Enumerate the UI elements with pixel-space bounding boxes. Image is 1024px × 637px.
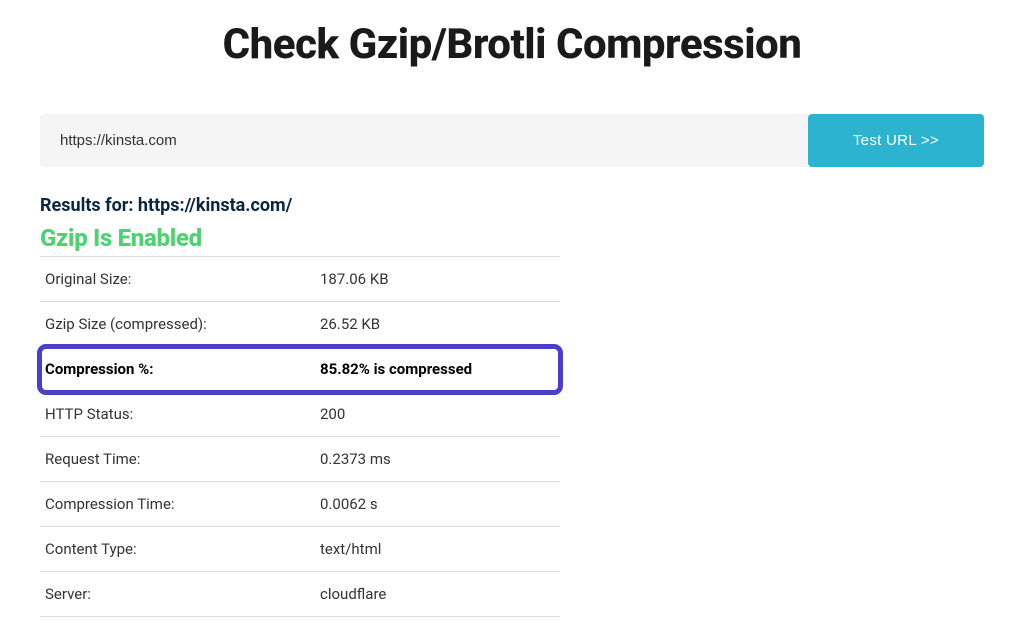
result-value: 85.82% is compressed bbox=[315, 347, 560, 392]
table-row: Compression %:85.82% is compressed bbox=[40, 347, 560, 392]
result-value: 0.2373 ms bbox=[315, 437, 560, 482]
result-label: Gzip Size (compressed): bbox=[40, 302, 315, 347]
result-label: Compression Time: bbox=[40, 482, 315, 527]
result-value: 26.52 KB bbox=[315, 302, 560, 347]
table-row: Request Time:0.2373 ms bbox=[40, 437, 560, 482]
table-row: Gzip Size (compressed):26.52 KB bbox=[40, 302, 560, 347]
result-label: HTTP Status: bbox=[40, 392, 315, 437]
result-label: Request Time: bbox=[40, 437, 315, 482]
results-table: Original Size:187.06 KBGzip Size (compre… bbox=[40, 256, 560, 617]
result-value: 187.06 KB bbox=[315, 257, 560, 302]
results-for-prefix: Results for: bbox=[40, 195, 138, 216]
table-row: Content Type:text/html bbox=[40, 527, 560, 572]
results-for-label: Results for: https://kinsta.com/ bbox=[40, 195, 984, 216]
result-label: Server: bbox=[40, 572, 315, 617]
results-for-url: https://kinsta.com/ bbox=[138, 195, 292, 216]
gzip-status-heading: Gzip Is Enabled bbox=[40, 224, 984, 252]
result-value: 200 bbox=[315, 392, 560, 437]
table-row: Compression Time:0.0062 s bbox=[40, 482, 560, 527]
result-value: text/html bbox=[315, 527, 560, 572]
url-input[interactable] bbox=[40, 114, 808, 167]
search-row: Test URL >> bbox=[40, 114, 984, 167]
result-label: Compression %: bbox=[40, 347, 315, 392]
test-url-button[interactable]: Test URL >> bbox=[808, 114, 984, 167]
table-row: Original Size:187.06 KB bbox=[40, 257, 560, 302]
result-label: Original Size: bbox=[40, 257, 315, 302]
table-row: Server:cloudflare bbox=[40, 572, 560, 617]
table-row: HTTP Status:200 bbox=[40, 392, 560, 437]
result-label: Content Type: bbox=[40, 527, 315, 572]
result-value: 0.0062 s bbox=[315, 482, 560, 527]
page-title: Check Gzip/Brotli Compression bbox=[40, 20, 984, 69]
result-value: cloudflare bbox=[315, 572, 560, 617]
